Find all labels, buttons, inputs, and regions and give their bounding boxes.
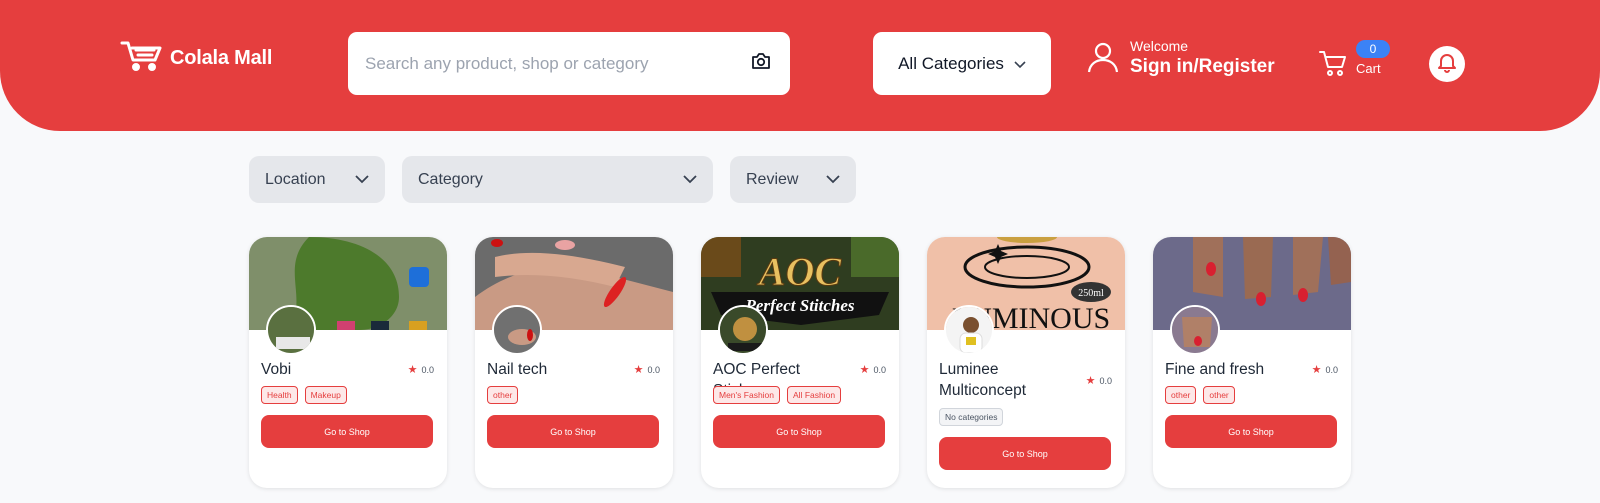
cart-count-badge: 0 <box>1356 40 1390 58</box>
go-to-shop-button[interactable]: Go to Shop <box>487 415 659 448</box>
shop-name[interactable]: Nail tech <box>487 359 627 380</box>
chevron-down-icon <box>355 171 369 189</box>
shop-name[interactable]: Vobi <box>261 359 401 380</box>
cart-logo-icon <box>120 40 164 77</box>
bell-icon <box>1436 51 1458 78</box>
star-icon: ★ <box>1085 375 1096 387</box>
category-tag: Health <box>261 386 298 404</box>
category-tag: All Fashion <box>787 386 842 404</box>
shop-card: 250ml LUMINOUS Luminee Multiconcept ★ 0.0… <box>927 237 1125 488</box>
shop-tags: other other <box>1165 386 1235 404</box>
chevron-down-icon <box>826 171 840 189</box>
shop-card: Vobi ★ 0.0 Health Makeup Go to Shop <box>249 237 447 488</box>
shop-tags: other <box>487 386 519 404</box>
shop-card: Nail tech ★ 0.0 other Go to Shop <box>475 237 673 488</box>
location-filter-label: Location <box>265 170 326 188</box>
rating-value: 0.0 <box>1325 364 1338 375</box>
shop-card: Fine and fresh ★ 0.0 other other Go to Sh… <box>1153 237 1351 488</box>
camera-icon[interactable] <box>750 51 772 76</box>
shop-avatar <box>718 305 768 355</box>
chevron-down-icon <box>683 171 697 189</box>
shop-avatar <box>266 305 316 355</box>
category-tag: Makeup <box>304 386 347 404</box>
shop-avatar <box>1170 305 1220 355</box>
shop-rating: ★ 0.0 <box>860 363 886 376</box>
all-categories-select[interactable]: All Categories <box>873 32 1051 95</box>
cart-button[interactable]: 0 Cart <box>1318 40 1390 83</box>
rating-value: 0.0 <box>1099 375 1112 386</box>
cart-label: Cart <box>1356 61 1381 76</box>
logo-text: Colala Mall <box>170 47 273 69</box>
notification-button[interactable] <box>1429 46 1465 82</box>
shop-name[interactable]: Fine and fresh <box>1165 359 1305 380</box>
rating-value: 0.0 <box>421 364 434 375</box>
star-icon: ★ <box>407 364 418 376</box>
shop-rating: ★ 0.0 <box>634 363 660 376</box>
shop-tags: No categories <box>939 408 1004 426</box>
category-select-label: All Categories <box>898 53 1004 73</box>
shop-rating: ★ 0.0 <box>408 363 434 376</box>
review-filter[interactable]: Review <box>730 156 856 203</box>
review-filter-label: Review <box>746 170 799 188</box>
shop-name[interactable]: Luminee Multiconcept <box>939 359 1079 401</box>
banner-volume-text: 250ml <box>1078 288 1104 299</box>
logo[interactable]: Colala Mall <box>120 40 272 77</box>
search-bar <box>348 32 790 95</box>
go-to-shop-button[interactable]: Go to Shop <box>1165 415 1337 448</box>
go-to-shop-button[interactable]: Go to Shop <box>261 415 433 448</box>
shop-tags: Men's Fashion All Fashion <box>713 386 842 404</box>
category-tag: other <box>1203 386 1235 404</box>
location-filter[interactable]: Location <box>249 156 385 203</box>
top-header: Colala Mall All Categories Welcome Sign … <box>0 0 1600 131</box>
category-tag: No categories <box>939 408 1004 426</box>
chevron-down-icon <box>1014 54 1026 74</box>
category-tag: Men's Fashion <box>713 386 781 404</box>
shop-tags: Health Makeup <box>261 386 347 404</box>
category-filter-label: Category <box>418 170 483 188</box>
category-filter[interactable]: Category <box>402 156 713 203</box>
go-to-shop-button[interactable]: Go to Shop <box>939 437 1111 470</box>
user-icon <box>1086 40 1120 79</box>
star-icon: ★ <box>633 364 644 376</box>
shop-avatar <box>944 305 994 355</box>
shop-rating: ★ 0.0 <box>1086 374 1112 387</box>
category-tag: other <box>1165 386 1197 404</box>
star-icon: ★ <box>1311 364 1322 376</box>
cart-icon <box>1318 48 1348 83</box>
welcome-text: Welcome <box>1130 38 1189 54</box>
banner-logo-text: AOC <box>756 249 843 294</box>
search-input[interactable] <box>365 53 750 74</box>
category-tag: other <box>487 386 519 404</box>
shop-card: AOC Perfect Stitches AOC Perfect Stiches… <box>701 237 899 488</box>
shop-avatar <box>492 305 542 355</box>
account-signin[interactable]: Welcome Sign in/Register <box>1086 38 1275 80</box>
shop-rating: ★ 0.0 <box>1312 363 1338 376</box>
rating-value: 0.0 <box>873 364 886 375</box>
rating-value: 0.0 <box>647 364 660 375</box>
signin-link[interactable]: Sign in/Register <box>1130 54 1275 80</box>
star-icon: ★ <box>859 364 870 376</box>
go-to-shop-button[interactable]: Go to Shop <box>713 415 885 448</box>
